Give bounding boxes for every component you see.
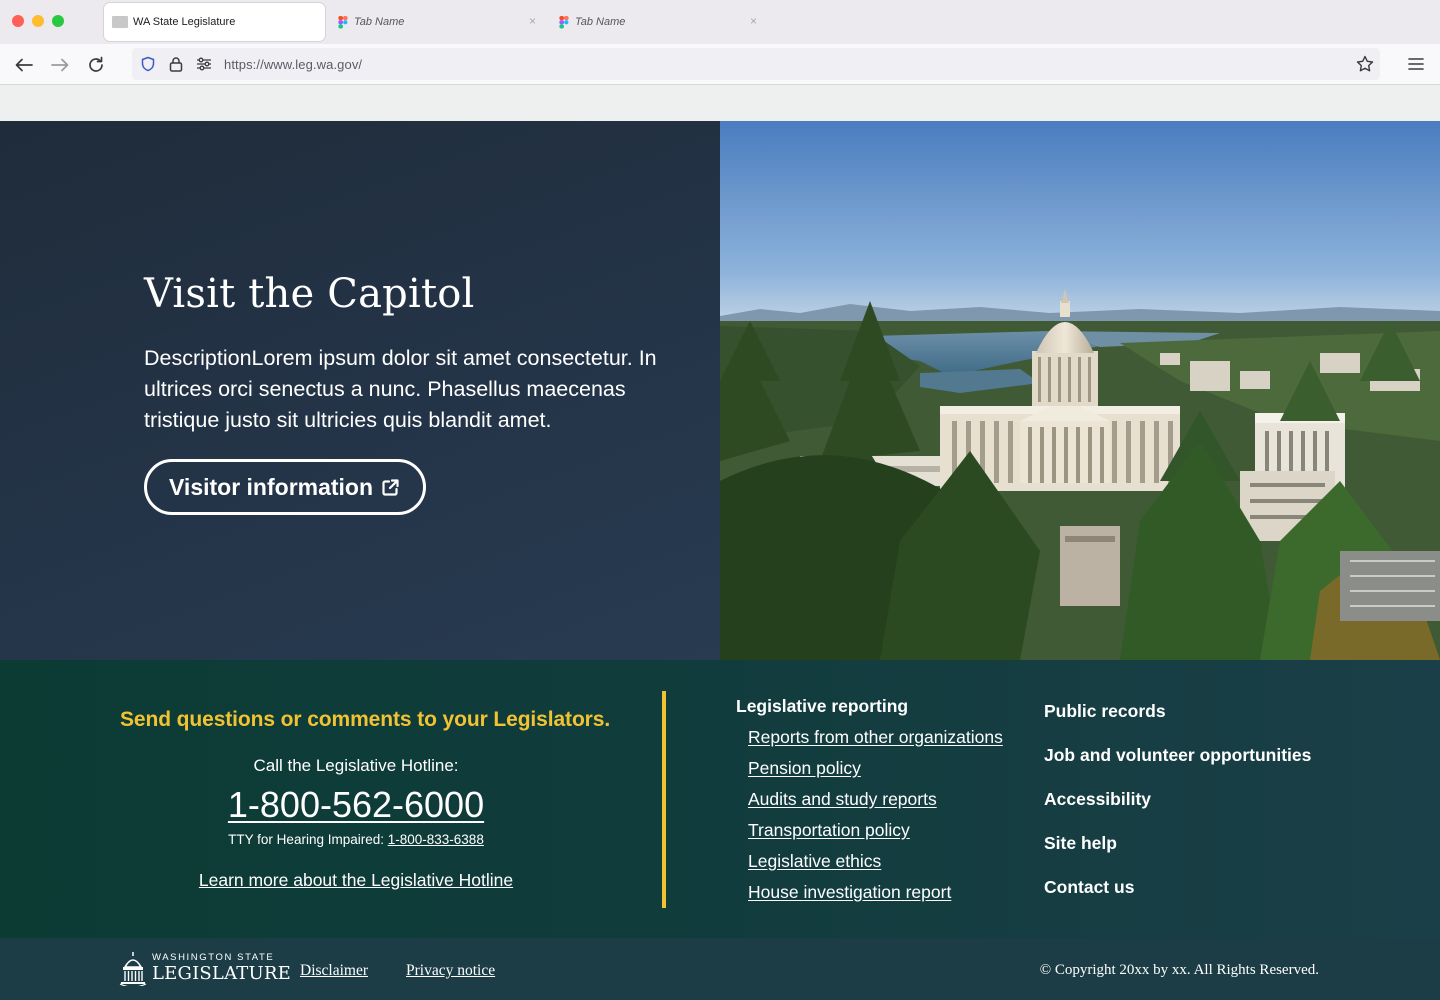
site-footer: Send questions or comments to your Legis… (0, 660, 1440, 938)
hero-description: DescriptionLorem ipsum dolor sit amet co… (144, 346, 657, 432)
hero-text-panel: Visit the Capitol DescriptionLorem ipsum… (0, 121, 720, 660)
browser-toolbar: https://www.leg.wa.gov/ (0, 44, 1440, 85)
yellow-divider (662, 691, 666, 908)
visit-capitol-section: Visit the Capitol DescriptionLorem ipsum… (0, 121, 1440, 660)
close-tab-icon[interactable]: × (529, 14, 536, 28)
close-tab-icon[interactable]: × (750, 14, 757, 28)
footer-link-transportation-policy[interactable]: Transportation policy (748, 820, 1003, 851)
footer-link-site-help[interactable]: Site help (1044, 833, 1311, 877)
forward-arrow-icon[interactable] (48, 53, 72, 77)
send-questions-heading: Send questions or comments to your Legis… (120, 708, 611, 731)
learn-more-hotline-link[interactable]: Learn more about the Legislative Hotline (0, 870, 712, 891)
address-bar[interactable]: https://www.leg.wa.gov/ (132, 48, 1380, 80)
browser-tab-bar: WA State Legislature Tab Name × Tab Name… (0, 0, 1440, 44)
logo-title: LEGISLATURE (152, 962, 291, 984)
footer-main-links: Public records Job and volunteer opportu… (1044, 701, 1311, 921)
favicon-icon (112, 16, 128, 28)
footer-link-house-investigation[interactable]: House investigation report (748, 882, 1003, 913)
page-settings-icon[interactable] (196, 56, 212, 72)
privacy-notice-link[interactable]: Privacy notice (406, 962, 495, 980)
footer-bottom-bar: WASHINGTON STATE LEGISLATURE Disclaimer … (0, 938, 1440, 1000)
minimize-window-button[interactable] (32, 15, 44, 27)
lock-icon[interactable] (168, 56, 184, 72)
tty-phone-link[interactable]: 1-800-833-6388 (388, 832, 484, 847)
footer-link-accessibility[interactable]: Accessibility (1044, 789, 1311, 833)
capitol-photo (720, 121, 1440, 660)
browser-tab[interactable]: Tab Name × (332, 3, 542, 41)
footer-link-audits-study-reports[interactable]: Audits and study reports (748, 789, 1003, 820)
url-text[interactable]: https://www.leg.wa.gov/ (224, 57, 362, 72)
capitol-dome-icon (119, 952, 147, 986)
legislative-reporting-links: Reports from other organizations Pension… (748, 727, 1003, 913)
reload-icon[interactable] (84, 53, 108, 77)
legislative-reporting-heading: Legislative reporting (736, 696, 909, 716)
footer-link-contact-us[interactable]: Contact us (1044, 877, 1311, 921)
bookmark-star-icon[interactable] (1356, 55, 1374, 73)
figma-icon (559, 15, 569, 29)
hotline-phone-link[interactable]: 1-800-562-6000 (0, 784, 712, 826)
footer-link-pension-policy[interactable]: Pension policy (748, 758, 1003, 789)
back-arrow-icon[interactable] (12, 53, 36, 77)
footer-link-legislative-ethics[interactable]: Legislative ethics (748, 851, 1003, 882)
footer-link-reports-other-orgs[interactable]: Reports from other organizations (748, 727, 1003, 758)
hotline-label: Call the Legislative Hotline: (253, 756, 459, 775)
browser-tab-active[interactable]: WA State Legislature (104, 3, 325, 41)
page-top-strip (0, 85, 1440, 121)
copyright-text: © Copyright 20xx by xx. All Rights Reser… (1039, 962, 1319, 978)
maximize-window-button[interactable] (52, 15, 64, 27)
shield-icon[interactable] (140, 56, 156, 72)
tab-title: Tab Name (354, 16, 405, 28)
close-window-button[interactable] (12, 15, 24, 27)
footer-link-job-volunteer[interactable]: Job and volunteer opportunities (1044, 745, 1311, 789)
tty-label: TTY for Hearing Impaired: (228, 832, 384, 847)
legislature-logo[interactable]: WASHINGTON STATE LEGISLATURE (118, 950, 291, 986)
visitor-information-label: Visitor information (169, 473, 374, 500)
logo-subtitle: WASHINGTON STATE (152, 952, 275, 964)
visitor-information-button[interactable]: Visitor information (144, 459, 426, 515)
tty-line: TTY for Hearing Impaired: 1-800-833-6388 (0, 832, 712, 847)
figma-icon (338, 15, 348, 29)
external-link-icon (381, 478, 400, 497)
hamburger-menu-icon[interactable] (1408, 57, 1424, 71)
tab-title: WA State Legislature (133, 16, 236, 28)
browser-tab[interactable]: Tab Name × (553, 3, 763, 41)
footer-link-public-records[interactable]: Public records (1044, 701, 1311, 745)
hero-title: Visit the Capitol (144, 271, 475, 317)
tab-title: Tab Name (575, 16, 626, 28)
disclaimer-link[interactable]: Disclaimer (300, 962, 368, 980)
